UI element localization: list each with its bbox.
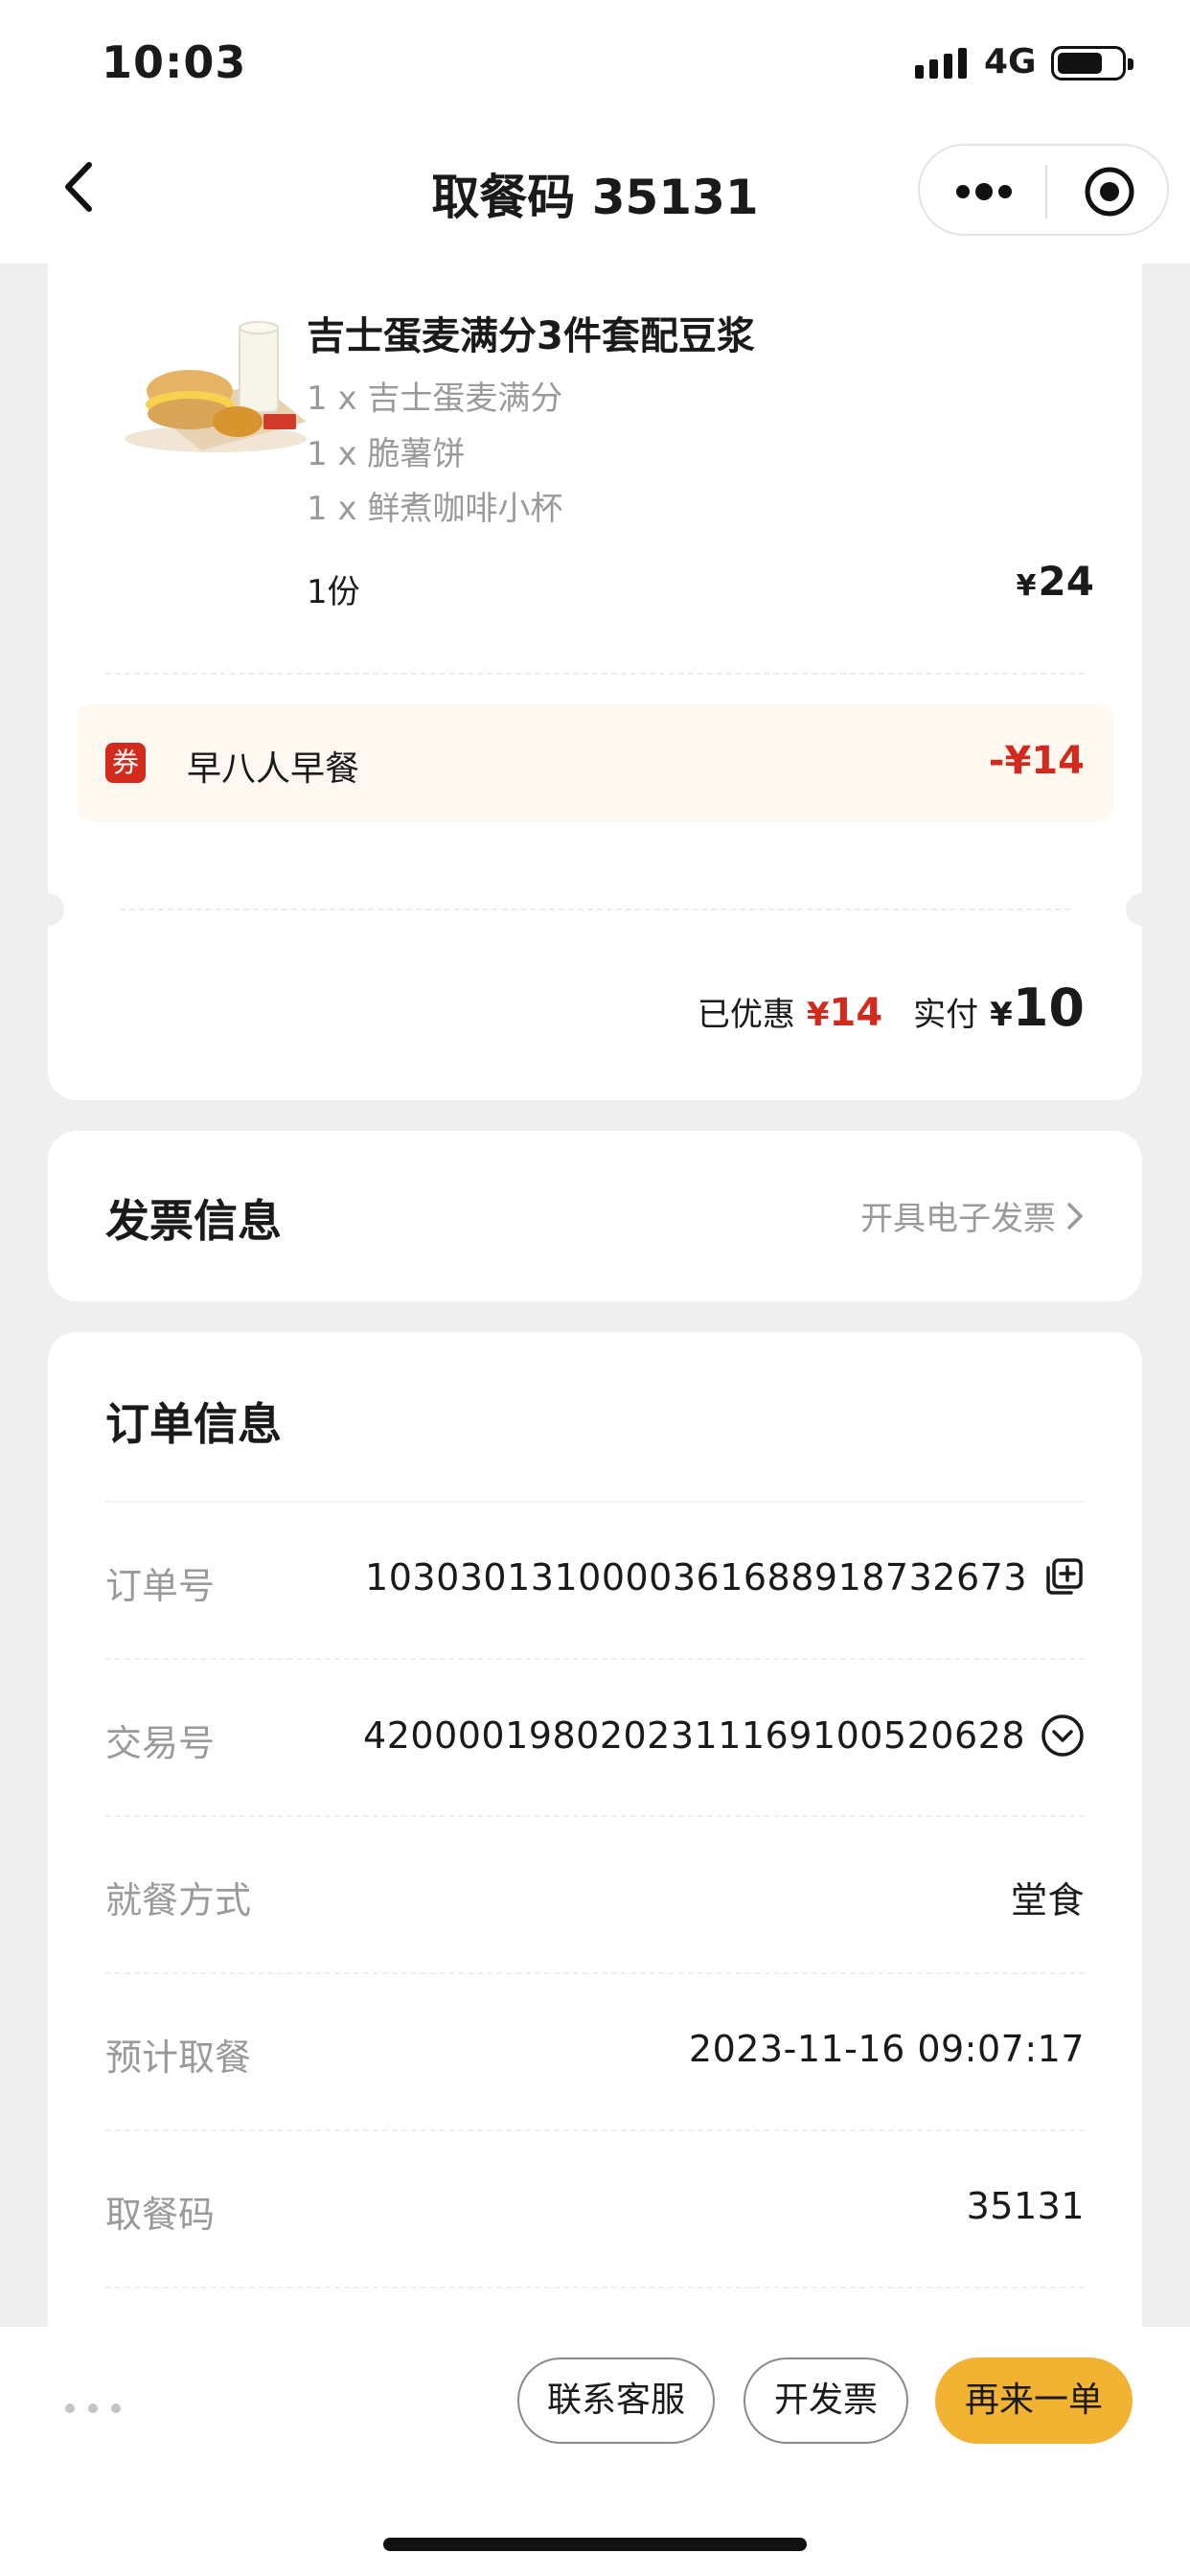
more-dots-icon [956,183,1012,200]
transaction-number-row: 交易号 4200001980202311169100520628 [105,1658,1085,1815]
paid-label: 实付 [913,996,979,1034]
divider [105,673,1085,675]
info-value: 35131 [967,2185,1085,2227]
discount-label: 已优惠 [697,996,795,1034]
status-time: 10:03 [102,36,247,88]
order-info-title: 订单信息 [105,1398,282,1450]
home-indicator [383,2538,807,2551]
invoice-title: 发票信息 [105,1195,282,1247]
battery-icon [1051,46,1133,80]
more-options-button[interactable] [65,2404,121,2413]
target-circle-icon [1085,167,1134,217]
product-name: 吉士蛋麦满分3件套配豆浆 [307,314,755,358]
transaction-number: 4200001980202311169100520628 [363,1714,1025,1757]
sub-item: 1 x 鲜煮咖啡小杯 [307,490,563,528]
order-item-card: 吉士蛋麦满分3件套配豆浆 1 x 吉士蛋麦满分 1 x 脆薯饼 1 x 鲜煮咖啡… [32,230,1158,1100]
coupon-row: 券 早八人早餐 -¥14 [77,704,1113,821]
invoice-button[interactable]: 开发票 [744,2358,908,2444]
copy-icon[interactable] [1042,1556,1085,1598]
coupon-tag-icon: 券 [105,743,146,783]
info-value: 1030301310000361688918732673 [365,1556,1085,1598]
price-summary: 已优惠 ¥14 实付 ¥10 [698,978,1085,1038]
signal-icon [915,48,967,79]
order-number: 1030301310000361688918732673 [365,1556,1027,1598]
invoice-card: 发票信息 开具电子发票 [48,1131,1142,1301]
info-label: 交易号 [105,1722,216,1764]
more-menu-button[interactable] [955,182,1013,201]
order-number-row: 订单号 1030301310000361688918732673 [105,1501,1085,1658]
product-image [115,307,316,460]
mini-program-capsule [918,144,1169,236]
dining-method: 堂食 [1010,1879,1085,1921]
pickup-code: 35131 [966,2185,1085,2227]
paid-value: ¥10 [990,978,1085,1038]
pickup-time-row: 预计取餐 2023-11-16 09:07:17 [105,1972,1085,2129]
issue-invoice-link[interactable]: 开具电子发票 [860,1192,1085,1239]
sub-item: 1 x 脆薯饼 [307,435,466,473]
pickup-code-row: 取餐码 35131 [105,2129,1085,2287]
info-label: 订单号 [105,1565,216,1607]
info-label: 预计取餐 [105,2036,252,2079]
card-notch [1126,893,1158,926]
close-mini-program-button[interactable] [1083,165,1136,218]
sub-item: 1 x 吉士蛋麦满分 [307,380,563,418]
expand-circle-icon[interactable] [1041,1714,1085,1758]
coupon-amount: -¥14 [988,739,1085,783]
info-label: 取餐码 [105,2194,216,2236]
info-label: 就餐方式 [105,1879,252,1921]
divider [120,908,1070,910]
chevron-right-icon [1067,1202,1083,1230]
info-value: 2023-11-16 09:07:17 [689,2028,1085,2070]
contact-service-button[interactable]: 联系客服 [517,2358,715,2444]
top-bar: 10:03 4G 取餐码 35131 [0,0,1190,264]
bottom-action-bar: 联系客服 开发票 再来一单 [0,2327,1190,2576]
item-price: ¥24 [1016,558,1094,605]
info-value: 4200001980202311169100520628 [363,1714,1085,1758]
card-notch [32,893,64,926]
coupon-name: 早八人早餐 [187,749,360,789]
reorder-button[interactable]: 再来一单 [935,2358,1133,2444]
network-label: 4G [984,42,1037,81]
issue-invoice-label: 开具电子发票 [860,1200,1056,1238]
dining-method-row: 就餐方式 堂食 [105,1815,1085,1972]
item-quantity: 1份 [307,573,360,611]
pickup-time: 2023-11-16 09:07:17 [688,2028,1085,2070]
discount-value: ¥14 [806,991,883,1035]
info-value: 堂食 [1011,1871,1085,1923]
